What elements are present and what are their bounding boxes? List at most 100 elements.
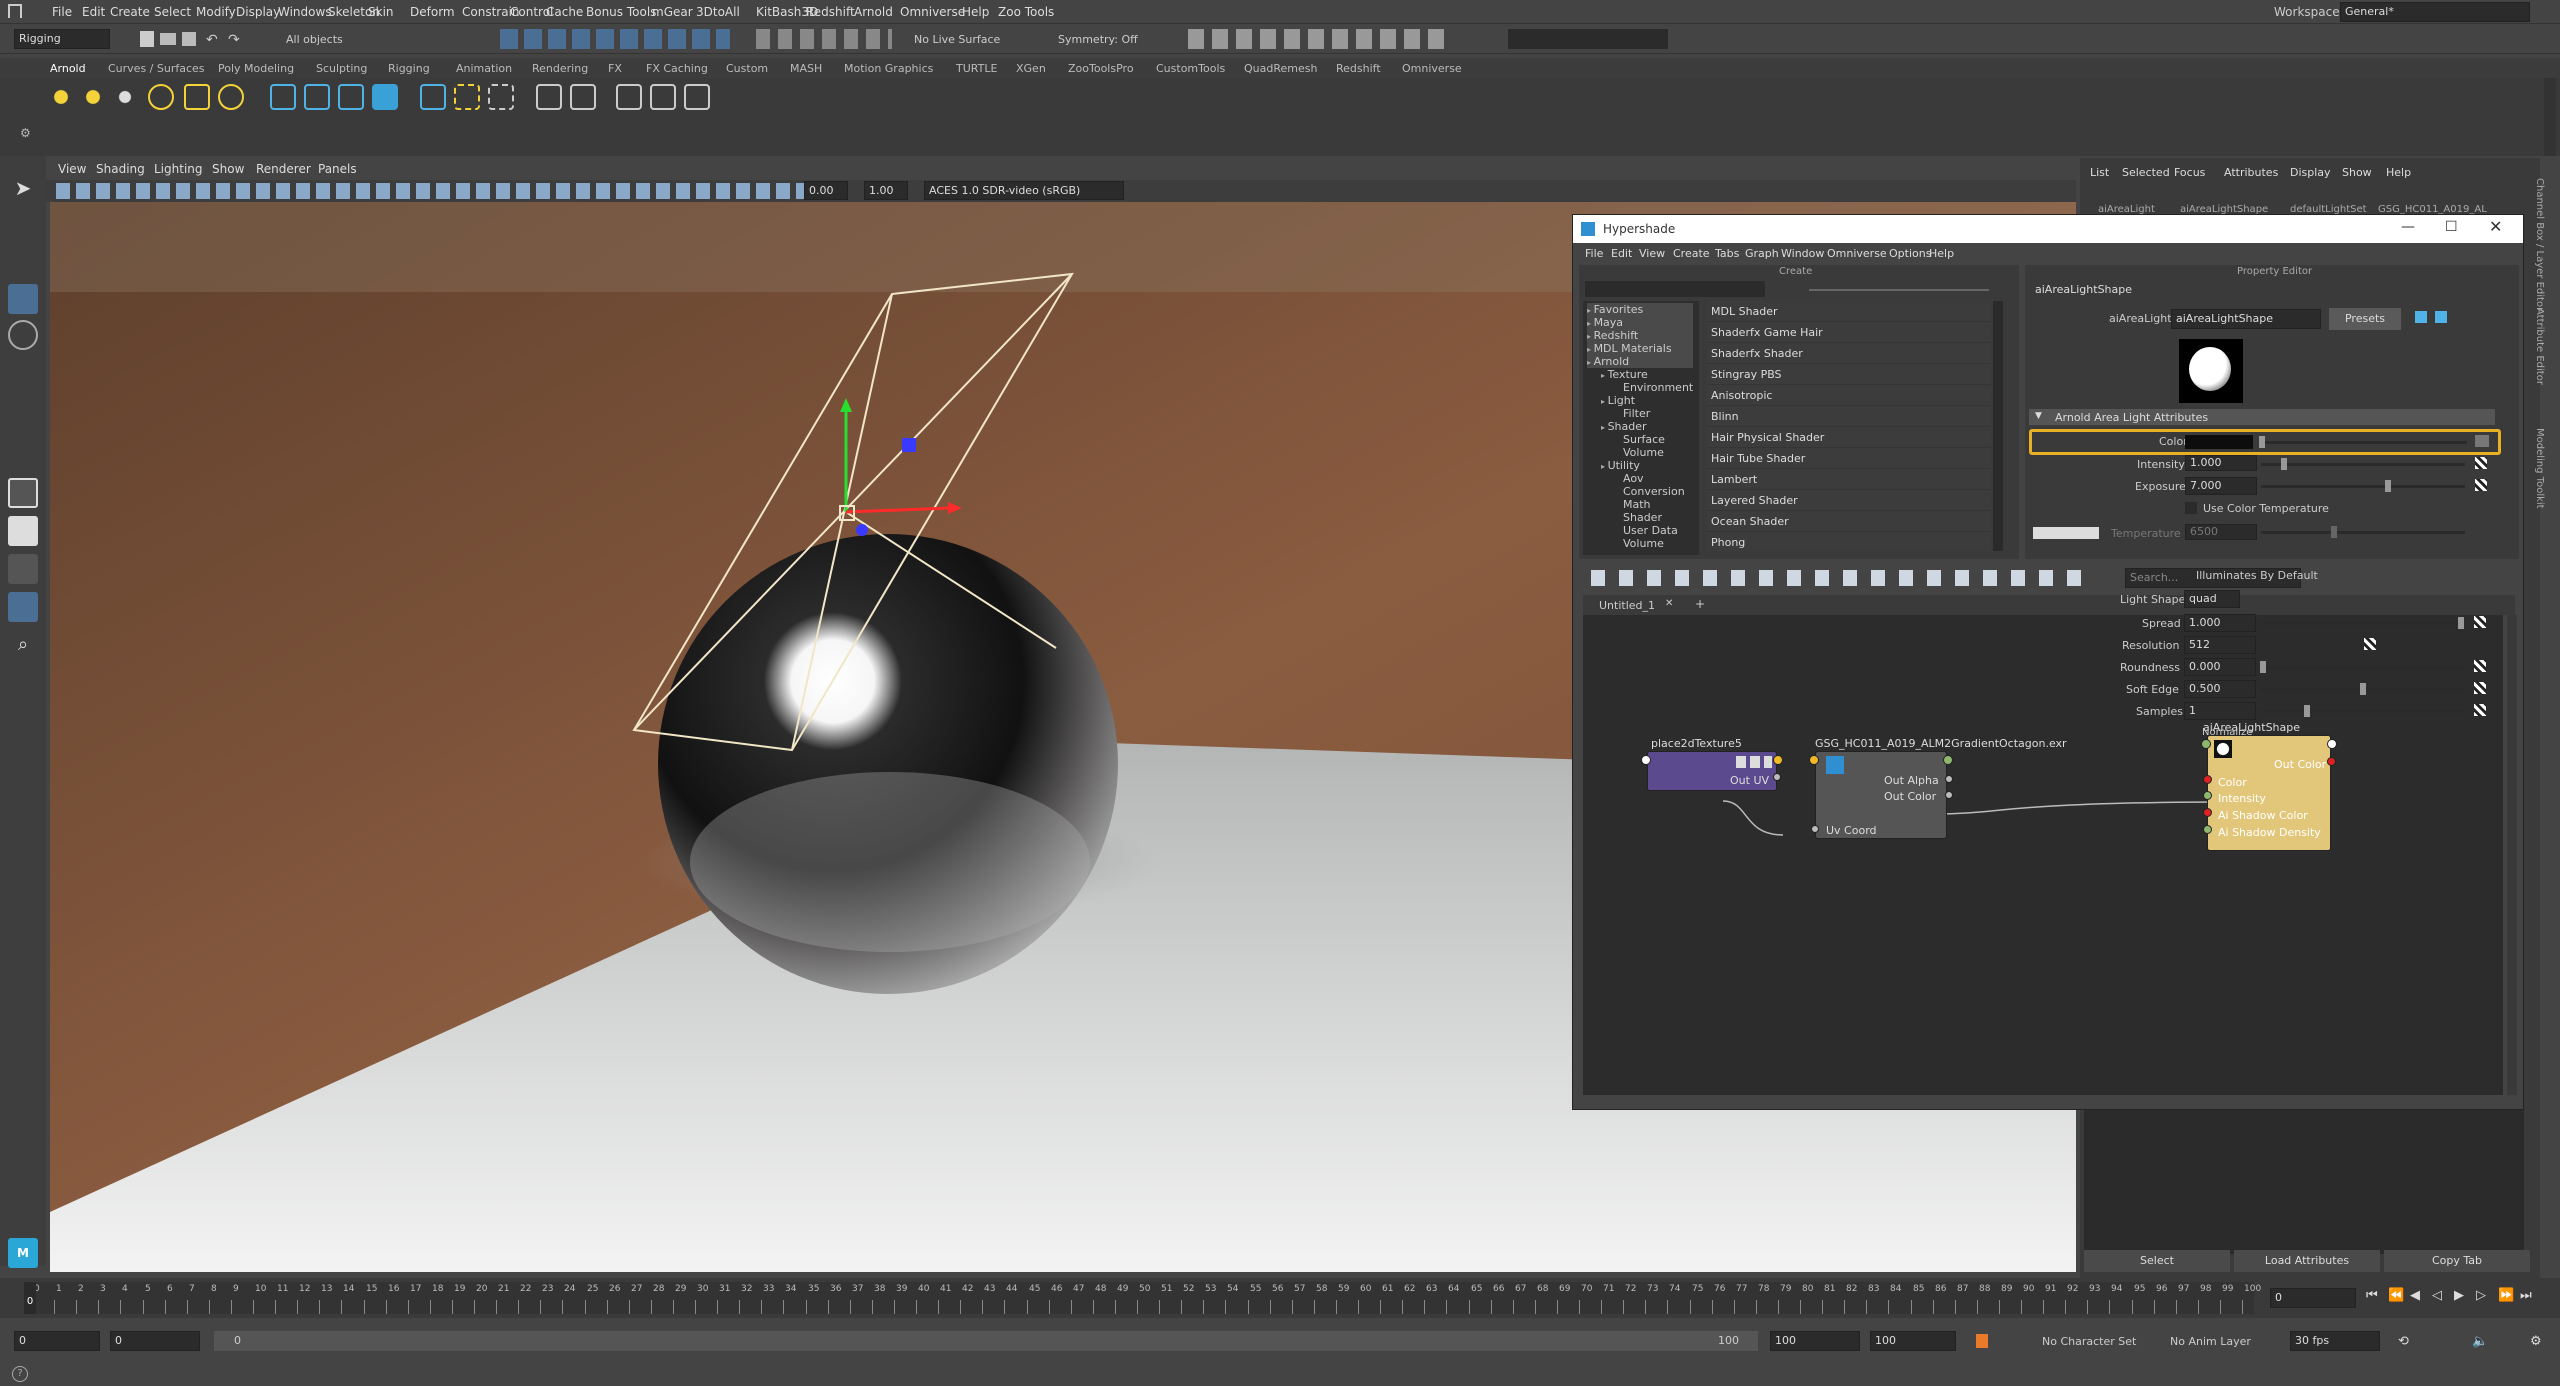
menu-zoo-tools[interactable]: Zoo Tools: [998, 5, 1054, 19]
channel-menu-help[interactable]: Help: [2386, 166, 2411, 179]
shelf-tab-omniverse[interactable]: Omniverse: [1402, 62, 1462, 75]
auto-key-icon[interactable]: [1976, 1334, 1988, 1348]
select-tool-icon[interactable]: ➤: [8, 176, 38, 206]
channel-menu-show[interactable]: Show: [2342, 166, 2372, 179]
exposure-slider[interactable]: [2261, 480, 2465, 492]
samples-slider[interactable]: [2260, 705, 2464, 717]
step-forward-key-icon[interactable]: ⏩: [2498, 1288, 2514, 1303]
tree-item-user-data[interactable]: User Data: [1623, 524, 1678, 537]
tree-item-environment[interactable]: Environment: [1623, 381, 1693, 394]
shelf-tab-fx[interactable]: FX: [608, 62, 622, 75]
hypershade-menu-edit[interactable]: Edit: [1611, 247, 1632, 260]
shelf-tab-sculpting[interactable]: Sculpting: [316, 62, 367, 75]
node-name-field[interactable]: aiAreaLightShape: [2171, 309, 2321, 329]
file-outcolor-port[interactable]: [1945, 791, 1953, 799]
spread-slider[interactable]: [2260, 617, 2464, 629]
delete-cache-icon[interactable]: [488, 84, 514, 110]
menu-3dtoall[interactable]: 3DtoAll: [696, 5, 740, 19]
audio-icon[interactable]: 🔈: [2472, 1334, 2488, 1349]
undo-icon[interactable]: ↶: [206, 32, 218, 48]
menu-help[interactable]: Help: [962, 5, 989, 19]
shader-list-item[interactable]: Phong: [1707, 532, 1991, 551]
shelf-tab-arnold[interactable]: Arnold: [50, 62, 86, 75]
play-backward-icon[interactable]: ◁: [2432, 1288, 2442, 1303]
light-color-port[interactable]: [2203, 775, 2212, 784]
skydome-light-icon[interactable]: [80, 84, 106, 110]
shelf-tab-rendering[interactable]: Rendering: [532, 62, 588, 75]
channel-menu-list[interactable]: List: [2090, 166, 2109, 179]
menu-omniverse[interactable]: Omniverse: [900, 5, 965, 19]
shader-list-item[interactable]: Blinn: [1707, 406, 1991, 427]
shader-list-item[interactable]: Hair Physical Shader: [1707, 427, 1991, 448]
operator-icon[interactable]: [570, 84, 596, 110]
tree-item-volume[interactable]: Volume: [1623, 446, 1664, 459]
flush-cache-icon[interactable]: [454, 84, 480, 110]
channel-copy-tab-button[interactable]: Copy Tab: [2384, 1250, 2530, 1272]
tree-item-light[interactable]: ▸ Light: [1601, 394, 1635, 407]
minimize-button[interactable]: —: [2401, 219, 2415, 235]
channel-menu-focus[interactable]: Focus: [2174, 166, 2205, 179]
render-view-icon[interactable]: [270, 84, 296, 110]
intensity-field[interactable]: 1.000: [2185, 455, 2257, 471]
hypershade-menu-create[interactable]: Create: [1673, 247, 1710, 260]
menu-file[interactable]: File: [52, 5, 72, 19]
shader-list-item[interactable]: Shaderfx Game Hair: [1707, 322, 1991, 343]
current-frame-field[interactable]: 0: [2270, 1288, 2356, 1308]
tree-item-arnold[interactable]: ▸ Arnold: [1587, 355, 1693, 368]
maya-home-icon[interactable]: [8, 4, 22, 18]
shelf-tab-mash[interactable]: MASH: [790, 62, 822, 75]
hypershade-menu-help[interactable]: Help: [1929, 247, 1954, 260]
temperature-slider[interactable]: [2261, 526, 2465, 538]
section-header[interactable]: ▼ Arnold Area Light Attributes: [2029, 409, 2495, 425]
selection-mask-dropdown[interactable]: All objects: [286, 33, 343, 46]
resolution-field[interactable]: 512: [2184, 636, 2256, 654]
viewport-menu-shading[interactable]: Shading: [96, 162, 145, 176]
anim-end-field[interactable]: 100: [1770, 1331, 1860, 1351]
shelf-tab-animation[interactable]: Animation: [456, 62, 512, 75]
live-surface-label[interactable]: No Live Surface: [914, 33, 1000, 46]
intensity-slider[interactable]: [2261, 458, 2465, 470]
side-tab-0[interactable]: Channel Box / Layer Editor: [2534, 178, 2545, 311]
tree-item-favorites[interactable]: ▸ Favorites: [1587, 303, 1693, 316]
maya-logo-icon[interactable]: M: [8, 1238, 38, 1268]
channel-select-button[interactable]: Select: [2084, 1250, 2230, 1272]
shader-list-item[interactable]: Hair Tube Shader: [1707, 448, 1991, 469]
tree-item-filter[interactable]: Filter: [1623, 407, 1650, 420]
channel-menu-attributes[interactable]: Attributes: [2224, 166, 2278, 179]
paint-select-icon[interactable]: [8, 248, 38, 278]
file-output-port[interactable]: [1943, 755, 1953, 765]
anim-start-field[interactable]: 0: [110, 1331, 200, 1351]
scale-tool-icon[interactable]: [8, 356, 38, 386]
persp-outliner-icon[interactable]: [8, 554, 38, 584]
shader-list-item[interactable]: Shaderfx Shader: [1707, 343, 1991, 364]
volume-icon[interactable]: [338, 84, 364, 110]
fps-dropdown[interactable]: 30 fps: [2290, 1331, 2380, 1351]
new-scene-icon[interactable]: [140, 31, 154, 47]
roundness-map-button[interactable]: [2474, 660, 2486, 672]
hypershade-menu-tabs[interactable]: Tabs: [1715, 247, 1739, 260]
shelf-tab-redshift[interactable]: Redshift: [1336, 62, 1381, 75]
side-tab-2[interactable]: Modeling Toolkit: [2534, 428, 2545, 509]
exposure-map-button[interactable]: [2475, 479, 2487, 491]
shader-list-item[interactable]: Stingray PBS: [1707, 364, 1991, 385]
viewport-menu-view[interactable]: View: [58, 162, 86, 176]
texture-manager-icon[interactable]: [420, 84, 446, 110]
light-intensity-port[interactable]: [2203, 791, 2212, 800]
graph-tab[interactable]: Untitled_1: [1599, 599, 1655, 612]
standin-icon[interactable]: [372, 84, 398, 110]
channel-load-attributes-button[interactable]: Load Attributes: [2234, 1250, 2380, 1272]
show-icon[interactable]: [2435, 311, 2447, 323]
menu-arnold[interactable]: Arnold: [854, 5, 893, 19]
save-scene-icon[interactable]: [182, 32, 196, 46]
shader-list-item[interactable]: MDL Shader: [1707, 301, 1991, 322]
soft-edge-field[interactable]: 0.500: [2184, 680, 2256, 698]
maximize-button[interactable]: ☐: [2445, 219, 2458, 235]
light-outcolor-port[interactable]: [2327, 757, 2336, 766]
tree-item-maya[interactable]: ▸ Maya: [1587, 316, 1693, 329]
menu-select[interactable]: Select: [154, 5, 191, 19]
shader-list-item[interactable]: Anisotropic: [1707, 385, 1991, 406]
color-space-dropdown[interactable]: ACES 1.0 SDR-video (sRGB): [924, 181, 1124, 200]
viewport-menu-panels[interactable]: Panels: [318, 162, 357, 176]
color-slider[interactable]: [2259, 436, 2467, 448]
four-view-icon[interactable]: [8, 516, 38, 546]
